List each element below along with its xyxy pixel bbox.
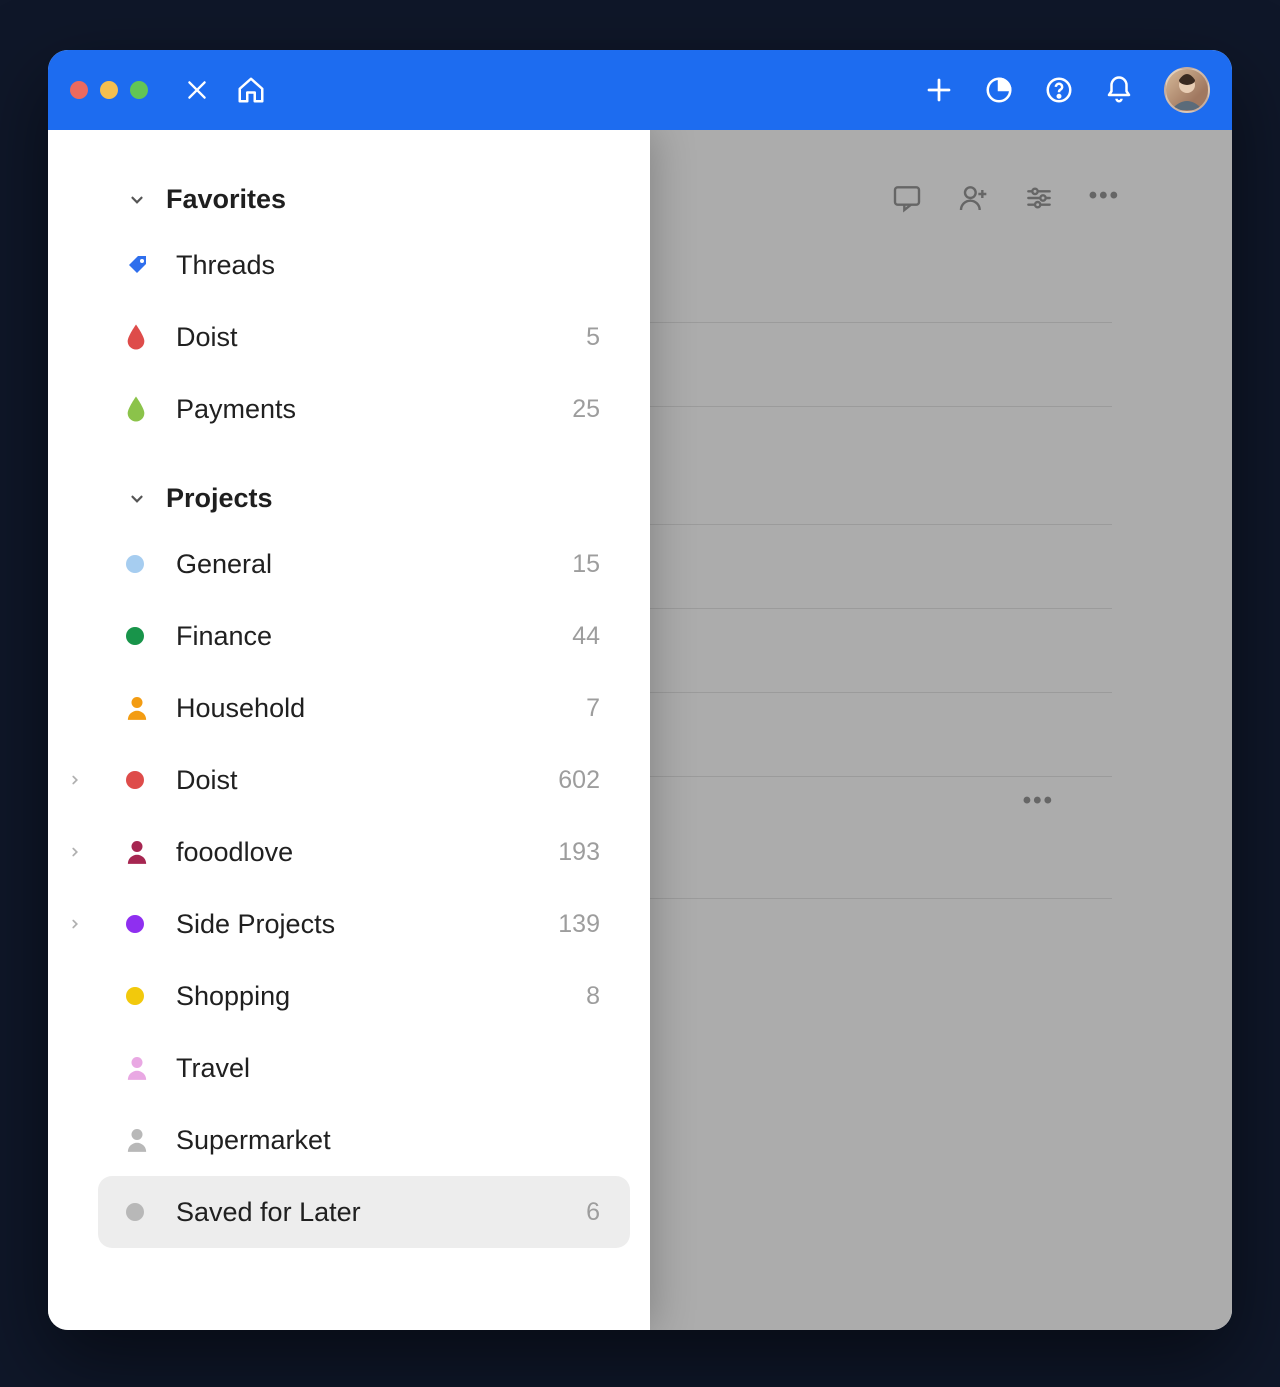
- sidebar-item-count: 25: [572, 395, 600, 424]
- sidebar-item-supermarket[interactable]: Supermarket: [98, 1104, 630, 1176]
- favorites-header[interactable]: Favorites: [98, 168, 630, 225]
- person-icon: [126, 1056, 176, 1080]
- circle-icon: [126, 627, 176, 645]
- sidebar-item-side-projects[interactable]: Side Projects139: [98, 888, 630, 960]
- sidebar-item-count: 6: [586, 1198, 600, 1227]
- sidebar-item-label: General: [176, 549, 572, 580]
- sidebar-item-saved-for-later[interactable]: Saved for Later6: [98, 1176, 630, 1248]
- sidebar-item-count: 7: [586, 694, 600, 723]
- projects-list: General15Finance44Household7Doist602fooo…: [98, 528, 630, 1248]
- avatar[interactable]: [1164, 67, 1210, 113]
- add-task-icon[interactable]: [924, 75, 954, 105]
- minimize-window-button[interactable]: [100, 81, 118, 99]
- sidebar-item-fooodlove[interactable]: fooodlove193: [98, 816, 630, 888]
- sidebar-item-count: 8: [586, 982, 600, 1011]
- help-icon[interactable]: [1044, 75, 1074, 105]
- sidebar-item-count: 193: [558, 838, 600, 867]
- sidebar-item-label: Doist: [176, 322, 586, 353]
- favorites-list: ThreadsDoist5Payments25: [98, 229, 630, 445]
- circle-icon: [126, 1203, 176, 1221]
- titlebar-left: [184, 75, 266, 105]
- sidebar-item-label: Saved for Later: [176, 1197, 586, 1228]
- sidebar-item-label: Travel: [176, 1053, 600, 1084]
- section-title: Projects: [166, 483, 273, 514]
- circle-icon: [126, 555, 176, 573]
- chevron-right-icon[interactable]: [68, 845, 88, 859]
- sidebar-item-household[interactable]: Household7: [98, 672, 630, 744]
- titlebar-right: [924, 67, 1210, 113]
- drop-icon: [126, 324, 176, 350]
- circle-icon: [126, 915, 176, 933]
- sidebar-item-label: Side Projects: [176, 909, 558, 940]
- chevron-down-icon: [126, 191, 148, 209]
- sidebar-item-label: Supermarket: [176, 1125, 600, 1156]
- sidebar-item-doist[interactable]: Doist602: [98, 744, 630, 816]
- section-title: Favorites: [166, 184, 286, 215]
- circle-icon: [126, 771, 176, 789]
- sidebar-item-general[interactable]: General15: [98, 528, 630, 600]
- sidebar-item-label: Threads: [176, 250, 600, 281]
- close-window-button[interactable]: [70, 81, 88, 99]
- maximize-window-button[interactable]: [130, 81, 148, 99]
- window-controls: [70, 81, 148, 99]
- app-body: ••• designers | Webflow Blog System | Lo…: [48, 130, 1232, 1330]
- sidebar-item-count: 602: [558, 766, 600, 795]
- circle-icon: [126, 987, 176, 1005]
- projects-header[interactable]: Projects: [98, 467, 630, 524]
- sidebar-item-count: 5: [586, 323, 600, 352]
- sidebar-item-shopping[interactable]: Shopping8: [98, 960, 630, 1032]
- chevron-right-icon[interactable]: [68, 917, 88, 931]
- sidebar-item-count: 15: [572, 550, 600, 579]
- tag-icon: [126, 253, 176, 277]
- sidebar-item-doist[interactable]: Doist5: [98, 301, 630, 373]
- sidebar-item-label: Household: [176, 693, 586, 724]
- chevron-right-icon[interactable]: [68, 773, 88, 787]
- sidebar-item-finance[interactable]: Finance44: [98, 600, 630, 672]
- person-icon: [126, 840, 176, 864]
- person-icon: [126, 1128, 176, 1152]
- sidebar-item-count: 139: [558, 910, 600, 939]
- sidebar-item-threads[interactable]: Threads: [98, 229, 630, 301]
- notifications-icon[interactable]: [1104, 75, 1134, 105]
- sidebar-item-travel[interactable]: Travel: [98, 1032, 630, 1104]
- sidebar-item-count: 44: [572, 622, 600, 651]
- person-icon: [126, 696, 176, 720]
- titlebar: [48, 50, 1232, 130]
- sidebar-item-label: Finance: [176, 621, 572, 652]
- sidebar: Favorites ThreadsDoist5Payments25 Projec…: [48, 130, 650, 1330]
- sidebar-item-label: Doist: [176, 765, 558, 796]
- chevron-down-icon: [126, 490, 148, 508]
- productivity-icon[interactable]: [984, 75, 1014, 105]
- sidebar-item-payments[interactable]: Payments25: [98, 373, 630, 445]
- sidebar-item-label: fooodlove: [176, 837, 558, 868]
- app-window: ••• designers | Webflow Blog System | Lo…: [48, 50, 1232, 1330]
- sidebar-item-label: Payments: [176, 394, 572, 425]
- home-icon[interactable]: [236, 75, 266, 105]
- close-menu-icon[interactable]: [184, 77, 210, 103]
- sidebar-item-label: Shopping: [176, 981, 586, 1012]
- drop-icon: [126, 396, 176, 422]
